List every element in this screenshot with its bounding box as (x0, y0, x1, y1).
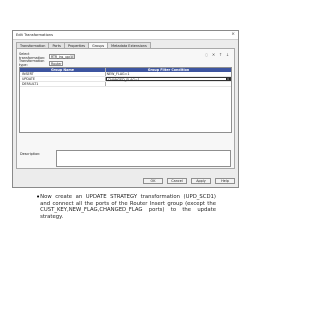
apply-button[interactable]: Apply (191, 178, 211, 184)
group-name-cell[interactable]: INSERT (20, 72, 106, 76)
chevron-down-icon[interactable]: ▾ (226, 78, 230, 81)
group-filter-cell[interactable] (106, 82, 231, 86)
help-button[interactable]: Help (215, 178, 235, 184)
add-row-icon[interactable]: ◌ (204, 52, 209, 57)
select-transformation-value: RTR_ins_upd (51, 54, 71, 59)
dialog-buttons: OK Cancel Apply Help (139, 178, 235, 184)
group-filter-cell[interactable]: NEW_FLAG=1 (106, 72, 231, 76)
cancel-button[interactable]: Cancel (167, 178, 187, 184)
dialog-titlebar: Edit Transformations × (13, 31, 238, 40)
move-up-icon[interactable]: ↑ (218, 52, 223, 57)
group-name-cell[interactable]: UPDATE (20, 77, 106, 81)
description-textarea[interactable] (56, 150, 231, 167)
instruction-bullet: • Now create an UPDATE STRATEGY transfor… (36, 193, 216, 220)
transformation-type-label: Transformation type: (19, 59, 45, 67)
group-name-cell[interactable]: DEFAULT1 (20, 82, 106, 86)
groups-panel: Select transformation: RTR_ins_upd ▾ ◌ ✕… (16, 48, 235, 169)
groups-grid: Group Name Group Filter Condition INSERT… (19, 67, 232, 133)
description-label: Description: (20, 152, 41, 156)
grid-toolbar: ◌ ✕ ↑ ↓ (202, 52, 230, 57)
instruction-text: Now create an UPDATE STRATEGY transforma… (40, 194, 216, 220)
select-transformation-dropdown[interactable]: RTR_ins_upd ▾ (49, 53, 75, 59)
move-down-icon[interactable]: ↓ (225, 52, 230, 57)
dialog-title: Edit Transformations (16, 33, 53, 37)
transformation-type-row: Transformation type: Router (19, 59, 63, 67)
delete-row-icon[interactable]: ✕ (211, 52, 216, 57)
edit-transformations-dialog: Edit Transformations × Transformation Po… (12, 30, 239, 188)
chevron-down-icon: ▾ (70, 54, 74, 59)
group-filter-value: CHANGED_FLAG=1 (108, 78, 140, 82)
close-icon[interactable]: × (231, 32, 235, 38)
transformation-type-field: Router (49, 60, 63, 66)
table-row[interactable]: DEFAULT1 (20, 82, 231, 87)
group-filter-cell-selected[interactable]: CHANGED_FLAG=1 ▾ (106, 77, 231, 82)
ok-button[interactable]: OK (143, 178, 163, 184)
